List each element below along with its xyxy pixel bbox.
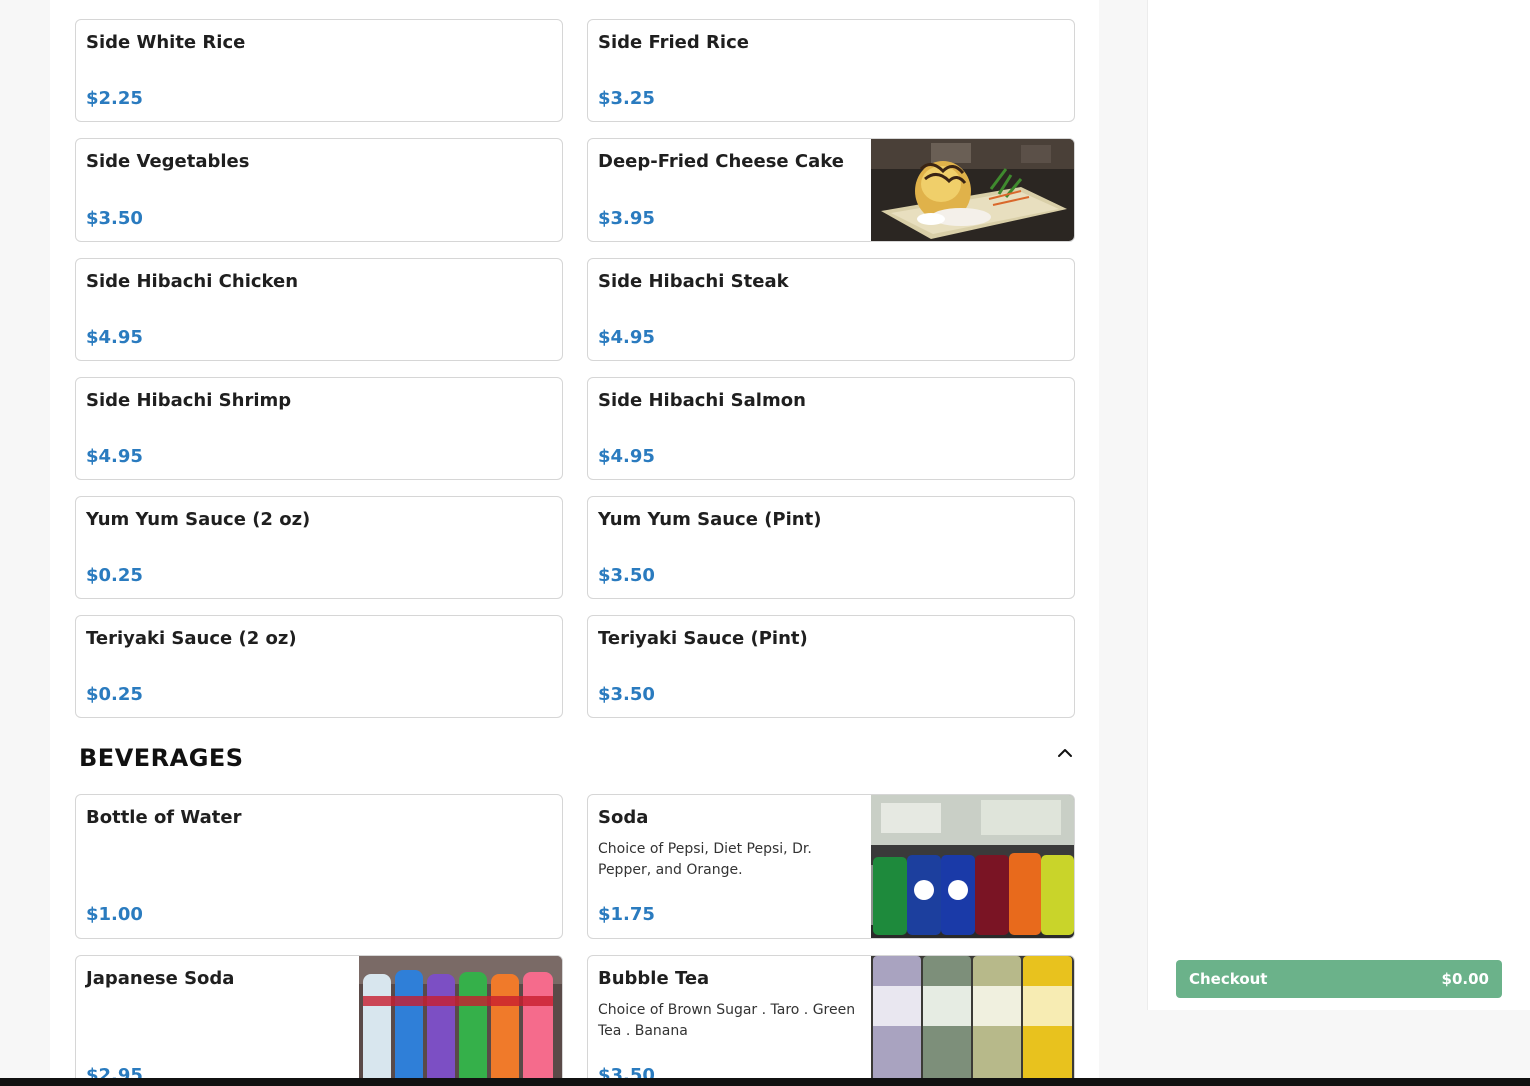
menu-item-side-hibachi-salmon[interactable]: Side Hibachi Salmon $4.95 bbox=[587, 377, 1075, 480]
item-name: Side Vegetables bbox=[86, 151, 250, 172]
item-name: Side Hibachi Salmon bbox=[598, 390, 806, 411]
menu-item-side-hibachi-steak[interactable]: Side Hibachi Steak $4.95 bbox=[587, 258, 1075, 361]
item-name: Japanese Soda bbox=[86, 968, 235, 989]
item-name: Bubble Tea bbox=[598, 968, 710, 989]
item-price: $4.95 bbox=[86, 327, 143, 348]
item-name: Deep-Fried Cheese Cake bbox=[598, 151, 844, 172]
item-price: $1.75 bbox=[598, 904, 655, 925]
menu-item-bottle-of-water[interactable]: Bottle of Water $1.00 bbox=[75, 794, 563, 939]
menu-item-yum-yum-sauce-pint[interactable]: Yum Yum Sauce (Pint) $3.50 bbox=[587, 496, 1075, 599]
item-name: Yum Yum Sauce (2 oz) bbox=[86, 509, 311, 530]
item-name: Teriyaki Sauce (2 oz) bbox=[86, 628, 297, 649]
item-price: $3.25 bbox=[598, 88, 655, 109]
menu-item-teriyaki-sauce-2oz[interactable]: Teriyaki Sauce (2 oz) $0.25 bbox=[75, 615, 563, 718]
menu-item-side-hibachi-shrimp[interactable]: Side Hibachi Shrimp $4.95 bbox=[75, 377, 563, 480]
item-price: $2.25 bbox=[86, 88, 143, 109]
item-price: $0.25 bbox=[86, 684, 143, 705]
item-price: $3.50 bbox=[598, 684, 655, 705]
item-price: $4.95 bbox=[598, 446, 655, 467]
item-name: Side Hibachi Steak bbox=[598, 271, 789, 292]
japanese-soda-photo bbox=[359, 956, 562, 1086]
cheese-cake-photo bbox=[871, 139, 1074, 241]
item-price: $3.50 bbox=[86, 208, 143, 229]
item-name: Side Hibachi Chicken bbox=[86, 271, 299, 292]
menu-item-side-hibachi-chicken[interactable]: Side Hibachi Chicken $4.95 bbox=[75, 258, 563, 361]
section-title-beverages: BEVERAGES bbox=[79, 744, 244, 772]
cart-total: $0.00 bbox=[1441, 970, 1489, 988]
item-name: Soda bbox=[598, 807, 649, 828]
item-price: $3.95 bbox=[598, 208, 655, 229]
collapse-section-button[interactable] bbox=[1054, 742, 1076, 762]
checkout-button[interactable]: Checkout $0.00 bbox=[1176, 960, 1502, 998]
cart-panel bbox=[1147, 0, 1530, 1010]
menu-item-japanese-soda[interactable]: Japanese Soda $2.95 bbox=[75, 955, 563, 1086]
item-name: Side Fried Rice bbox=[598, 32, 749, 53]
menu-item-yum-yum-sauce-2oz[interactable]: Yum Yum Sauce (2 oz) $0.25 bbox=[75, 496, 563, 599]
bubble-tea-cans-photo bbox=[871, 956, 1074, 1086]
item-name: Bottle of Water bbox=[86, 807, 242, 828]
item-price: $0.25 bbox=[86, 565, 143, 586]
bottom-edge-bar bbox=[0, 1078, 1530, 1086]
item-name: Yum Yum Sauce (Pint) bbox=[598, 509, 822, 530]
menu-item-side-fried-rice[interactable]: Side Fried Rice $3.25 bbox=[587, 19, 1075, 122]
menu-item-bubble-tea[interactable]: Bubble Tea Choice of Brown Sugar . Taro … bbox=[587, 955, 1075, 1086]
chevron-up-icon bbox=[1054, 747, 1076, 766]
item-description: Choice of Pepsi, Diet Pepsi, Dr. Pepper,… bbox=[598, 841, 812, 878]
soda-cans-photo bbox=[871, 795, 1074, 938]
item-price: $3.50 bbox=[598, 565, 655, 586]
item-price: $1.00 bbox=[86, 904, 143, 925]
item-name: Teriyaki Sauce (Pint) bbox=[598, 628, 808, 649]
menu-item-teriyaki-sauce-pint[interactable]: Teriyaki Sauce (Pint) $3.50 bbox=[587, 615, 1075, 718]
menu-item-side-white-rice[interactable]: Side White Rice $2.25 bbox=[75, 19, 563, 122]
item-name: Side White Rice bbox=[86, 32, 246, 53]
menu-item-soda[interactable]: Soda Choice of Pepsi, Diet Pepsi, Dr. Pe… bbox=[587, 794, 1075, 939]
item-name: Side Hibachi Shrimp bbox=[86, 390, 292, 411]
menu-item-deep-fried-cheese-cake[interactable]: Deep-Fried Cheese Cake $3.95 bbox=[587, 138, 1075, 242]
menu-item-side-vegetables[interactable]: Side Vegetables $3.50 bbox=[75, 138, 563, 242]
item-price: $4.95 bbox=[86, 446, 143, 467]
item-price: $4.95 bbox=[598, 327, 655, 348]
checkout-label: Checkout bbox=[1189, 970, 1268, 988]
item-description: Choice of Brown Sugar . Taro . Green Tea… bbox=[598, 1002, 856, 1039]
